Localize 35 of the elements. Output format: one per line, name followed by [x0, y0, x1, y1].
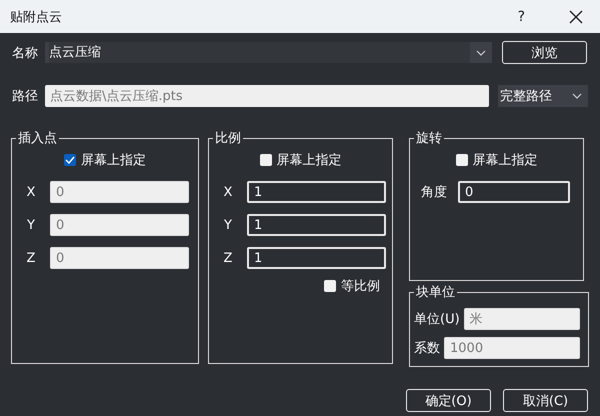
- axis-label: Z: [26, 250, 36, 266]
- angle-label: 角度: [420, 184, 448, 201]
- close-icon[interactable]: [569, 10, 583, 24]
- field-label: 单位(U): [414, 311, 460, 328]
- group-title: 块单位: [415, 284, 456, 301]
- help-button[interactable]: ?: [514, 8, 529, 24]
- name-combo[interactable]: 点云压缩: [45, 42, 492, 63]
- field-label: 路径: [12, 88, 39, 105]
- angle-field[interactable]: 0: [458, 181, 570, 203]
- axis-label: Z: [222, 250, 234, 266]
- axis-label: X: [222, 184, 234, 200]
- path-mode-dropdown[interactable]: 完整路径: [498, 85, 588, 107]
- scale-field[interactable]: 1: [247, 214, 386, 236]
- check-icon: [65, 156, 75, 164]
- ok-button[interactable]: 确定(O): [406, 389, 491, 412]
- field-label: 系数: [414, 340, 440, 357]
- browse-button[interactable]: 浏览: [502, 41, 587, 64]
- chevron-icon: [572, 93, 582, 99]
- window-title: 贴附点云: [10, 8, 63, 26]
- group-title: 旋转: [415, 130, 443, 147]
- chevron-icon: [476, 50, 486, 56]
- scale-field[interactable]: 1: [247, 247, 386, 269]
- path-field[interactable]: 点云数据\点云压缩.pts: [45, 85, 489, 107]
- scale-field[interactable]: 1: [247, 181, 386, 203]
- uniform-checkbox[interactable]: 等比例: [209, 276, 392, 296]
- axis-label: Y: [26, 218, 36, 232]
- on-screen-checkbox[interactable]: 屏幕上指定: [209, 150, 392, 170]
- cancel-button[interactable]: 取消(C): [503, 389, 588, 412]
- group-title: 插入点: [17, 130, 58, 147]
- axis-label: X: [26, 184, 36, 200]
- on-screen-checkbox[interactable]: 屏幕上指定: [410, 150, 583, 170]
- field-label: 名称: [12, 44, 39, 62]
- on-screen-checkbox[interactable]: 屏幕上指定: [12, 150, 198, 170]
- axis-label: Y: [223, 218, 233, 232]
- group-title: 比例: [214, 130, 242, 147]
